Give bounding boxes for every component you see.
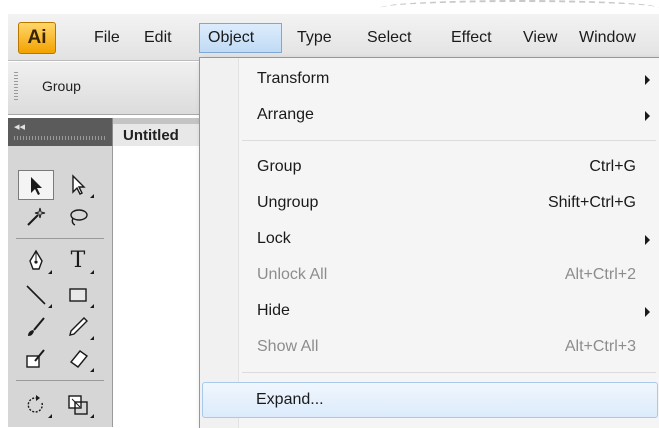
menu-item-label: Expand... <box>256 391 324 408</box>
control-panel: Group <box>8 62 206 115</box>
tools-panel-header[interactable]: ◂◂ <box>8 118 112 146</box>
submenu-arrow-icon <box>645 75 650 85</box>
menu-select[interactable]: Select <box>361 23 417 53</box>
selection-type-label: Group <box>42 78 81 94</box>
menu-item-ungroup[interactable]: Ungroup Shift+Ctrl+G <box>202 186 658 220</box>
artboard-canvas[interactable] <box>112 146 207 427</box>
menu-item-expand[interactable]: Expand... <box>202 382 658 418</box>
menu-item-shortcut: Ctrl+G <box>589 158 636 175</box>
menu-item-unlock-all: Unlock All Alt+Ctrl+2 <box>202 258 658 292</box>
collapse-icon[interactable]: ◂◂ <box>14 120 25 133</box>
menu-item-label: Ungroup <box>257 194 319 211</box>
tools-grip[interactable] <box>14 136 106 140</box>
tool-divider <box>16 380 104 381</box>
menu-item-group[interactable]: Group Ctrl+G <box>202 150 658 184</box>
type-tool-icon[interactable]: T <box>60 246 96 276</box>
menu-effect[interactable]: Effect <box>445 23 498 53</box>
blob-brush-tool-icon[interactable] <box>18 344 54 374</box>
lasso-tool-icon[interactable] <box>60 202 96 232</box>
eraser-tool-icon[interactable] <box>60 344 96 374</box>
menu-item-shortcut: Alt+Ctrl+3 <box>564 338 636 355</box>
submenu-arrow-icon <box>645 307 650 317</box>
menu-view[interactable]: View <box>517 23 563 53</box>
menu-separator <box>242 140 656 141</box>
menu-item-label: Arrange <box>257 106 314 123</box>
menu-edit[interactable]: Edit <box>138 23 178 53</box>
menu-item-shortcut: Alt+Ctrl+2 <box>564 266 636 283</box>
menu-file[interactable]: File <box>88 23 126 53</box>
submenu-arrow-icon <box>645 111 650 121</box>
menu-item-lock[interactable]: Lock <box>202 222 658 256</box>
direct-selection-tool-icon[interactable] <box>60 170 96 200</box>
menu-window[interactable]: Window <box>573 23 659 53</box>
panel-grip[interactable] <box>14 72 18 102</box>
tool-divider <box>16 238 104 239</box>
selection-tool-icon[interactable] <box>18 170 54 200</box>
menu-item-label: Group <box>257 158 302 175</box>
menu-item-arrange[interactable]: Arrange <box>202 98 658 132</box>
menu-object[interactable]: Object <box>199 23 282 53</box>
menu-item-label: Transform <box>257 70 330 87</box>
menu-item-label: Unlock All <box>257 266 328 283</box>
menu-item-shortcut: Shift+Ctrl+G <box>547 194 636 211</box>
scale-tool-icon[interactable] <box>60 390 96 420</box>
pencil-tool-icon[interactable] <box>60 312 96 342</box>
pen-tool-icon[interactable] <box>18 246 54 276</box>
rotate-tool-icon[interactable] <box>18 390 54 420</box>
menu-item-label: Show All <box>257 338 319 355</box>
document-tab-strip: Untitled <box>112 118 217 146</box>
menu-item-label: Lock <box>257 230 291 247</box>
menu-item-label: Hide <box>257 302 290 319</box>
menu-bar: Ai File Edit Object Type Select Effect V… <box>8 14 659 61</box>
object-menu-dropdown: Transform Arrange Group Ctrl+G Ungroup S… <box>199 57 659 428</box>
menu-type[interactable]: Type <box>291 23 338 53</box>
app-logo-icon: Ai <box>18 22 56 54</box>
menu-item-transform[interactable]: Transform <box>202 62 658 96</box>
rectangle-tool-icon[interactable] <box>60 280 96 310</box>
paintbrush-tool-icon[interactable] <box>18 312 54 342</box>
menu-separator <box>242 372 656 373</box>
tools-panel: T <box>8 146 113 427</box>
submenu-arrow-icon <box>645 235 650 245</box>
magic-wand-tool-icon[interactable] <box>18 202 54 232</box>
menu-item-hide[interactable]: Hide <box>202 294 658 328</box>
line-segment-tool-icon[interactable] <box>18 280 54 310</box>
menu-item-show-all: Show All Alt+Ctrl+3 <box>202 330 658 364</box>
